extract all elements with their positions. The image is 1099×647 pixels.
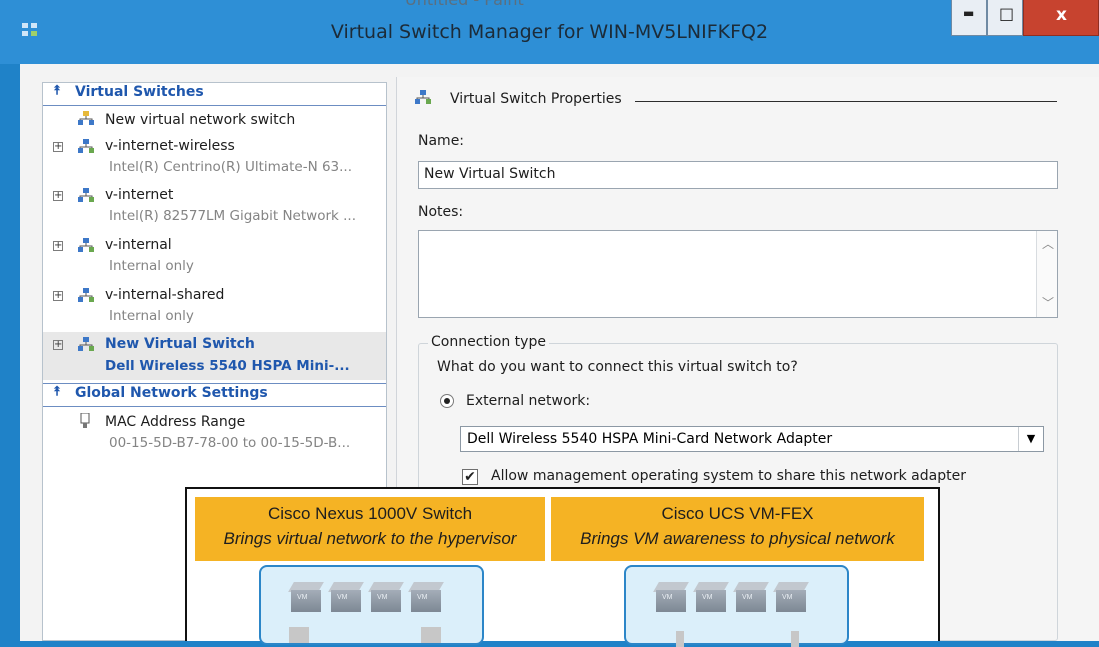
network-switch-icon	[415, 90, 431, 104]
vm-icon: VM	[733, 582, 769, 612]
title-bar: Untitled - Paint Virtual Switch Manager …	[0, 0, 1099, 64]
connection-question: What do you want to connect this virtual…	[437, 359, 798, 375]
minimize-icon: ▬	[963, 6, 975, 20]
vm-icon: VM	[653, 582, 689, 612]
collapse-icon: ⯭	[53, 83, 61, 98]
mac-address-range-item[interactable]: MAC Address Range 00-15-5D-B7-78-00 to 0…	[43, 411, 386, 457]
scroll-down-icon[interactable]: ﹀	[1042, 294, 1054, 311]
dropdown-arrow-icon[interactable]: ▼	[1018, 427, 1043, 451]
virtual-switches-header[interactable]: ⯭ Virtual Switches	[43, 83, 386, 106]
global-network-settings-header[interactable]: ⯭ Global Network Settings	[43, 383, 386, 407]
adapter-select[interactable]: Dell Wireless 5540 HSPA Mini-Card Networ…	[460, 426, 1044, 452]
nexus-banner: Cisco Nexus 1000V Switch Brings virtual …	[195, 497, 545, 561]
vmfex-banner: Cisco UCS VM-FEX Brings VM awareness to …	[551, 497, 924, 561]
window-title: Virtual Switch Manager for WIN-MV5LNIFKF…	[330, 21, 769, 43]
name-input[interactable]: New Virtual Switch	[418, 161, 1058, 189]
header-divider	[635, 101, 1057, 102]
share-adapter-label: Allow management operating system to sha…	[491, 468, 966, 484]
vm-icon: VM	[773, 582, 809, 612]
name-label: Name:	[418, 133, 465, 149]
switch-item-v-internal-shared[interactable]: + v-internal-shared Internal only	[43, 284, 386, 330]
scroll-up-icon[interactable]: ︿	[1042, 235, 1054, 252]
connection-type-label: Connection type	[428, 334, 549, 350]
switch-item-new-virtual-switch[interactable]: + New Virtual Switch Dell Wireless 5540 …	[43, 332, 386, 380]
collapse-icon: ⯭	[53, 384, 61, 399]
maximize-button[interactable]: □	[987, 0, 1023, 36]
vm-icon: VM	[328, 582, 364, 612]
network-switch-icon	[78, 238, 94, 252]
network-switch-icon	[78, 139, 94, 153]
vm-icon: VM	[368, 582, 404, 612]
nexus-title: Cisco Nexus 1000V Switch	[267, 504, 473, 523]
switch-item-v-internet[interactable]: + v-internet Intel(R) 82577LM Gigabit Ne…	[43, 184, 386, 230]
vmfex-title: Cisco UCS VM-FEX	[661, 504, 814, 523]
vmfex-host-box: VM VM VM VM	[624, 565, 849, 647]
switch-item-v-internet-wireless[interactable]: + v-internet-wireless Intel(R) Centrino(…	[43, 135, 386, 181]
close-icon: x	[1056, 5, 1067, 25]
notes-scrollbar[interactable]: ︿ ﹀	[1036, 231, 1057, 317]
expand-icon[interactable]: +	[53, 340, 63, 350]
vmfex-subtitle: Brings VM awareness to physical network	[580, 529, 895, 548]
connector-icon	[791, 631, 799, 647]
expand-icon[interactable]: +	[53, 191, 63, 201]
external-network-radio[interactable]	[440, 394, 454, 408]
vm-icon: VM	[288, 582, 324, 612]
expand-icon[interactable]: +	[53, 291, 63, 301]
network-switch-icon	[78, 188, 94, 202]
minimize-button[interactable]: ▬	[951, 0, 987, 36]
expand-icon[interactable]: +	[53, 142, 63, 152]
notes-label: Notes:	[418, 204, 464, 220]
vm-icon: VM	[693, 582, 729, 612]
nexus-host-box: VM VM VM VM	[259, 565, 484, 645]
vm-icon: VM	[408, 582, 444, 612]
network-switch-icon	[78, 288, 94, 302]
connector-icon	[676, 631, 684, 647]
background-window-title: Untitled - Paint	[405, 0, 524, 9]
close-button[interactable]: x	[1023, 0, 1099, 36]
nexus-subtitle: Brings virtual network to the hypervisor	[223, 529, 517, 548]
mac-address-icon	[80, 413, 90, 428]
new-switch-icon	[78, 111, 94, 125]
cisco-diagram-overlay: Cisco Nexus 1000V Switch Brings virtual …	[185, 487, 940, 647]
new-switch-item[interactable]: New virtual network switch	[43, 109, 386, 133]
properties-header: Virtual Switch Properties	[450, 91, 622, 107]
external-network-label: External network:	[466, 393, 591, 409]
network-switch-icon	[78, 337, 94, 351]
expand-icon[interactable]: +	[53, 241, 63, 251]
maximize-icon: □	[999, 4, 1015, 23]
notes-textarea[interactable]: ︿ ﹀	[418, 230, 1058, 318]
share-adapter-checkbox[interactable]: ✔	[462, 469, 478, 485]
switch-item-v-internal[interactable]: + v-internal Internal only	[43, 234, 386, 280]
